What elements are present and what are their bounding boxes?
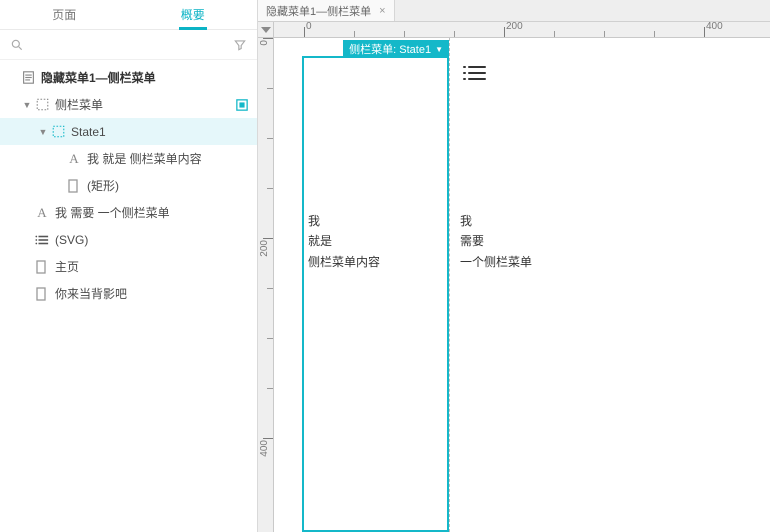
file-tabbar: 隐藏菜单1—侧栏菜单 × <box>258 0 770 22</box>
ruler-horizontal[interactable]: 0 200 400 <box>274 22 770 38</box>
outline-item[interactable]: ▶ 主页 <box>0 253 257 280</box>
tab-pages[interactable]: 页面 <box>0 0 129 29</box>
ruler-origin[interactable] <box>258 22 274 38</box>
outline-item[interactable]: ▼ 侧栏菜单 <box>0 91 257 118</box>
outline-item-label: State1 <box>71 125 249 139</box>
outline-item-label: 主页 <box>55 258 249 275</box>
outline-item[interactable]: ▶ A 我 就是 侧栏菜单内容 <box>0 145 257 172</box>
page-guide <box>449 38 450 532</box>
workspace: 隐藏菜单1—侧栏菜单 × 0 200 400 0 200 400 <box>258 0 770 532</box>
ruler-tick-label: 200 <box>506 21 523 32</box>
ruler-tick-label: 0 <box>306 21 312 32</box>
ruler-tick-label: 200 <box>259 240 270 257</box>
ruler-tick-label: 400 <box>259 440 270 457</box>
target-state-icon <box>235 98 249 112</box>
outline-item[interactable]: ▼ State1 <box>0 118 257 145</box>
file-tab-label: 隐藏菜单1—侧栏菜单 <box>266 3 371 19</box>
page-icon <box>20 70 36 86</box>
canvas-text-left[interactable]: 我 就是 侧栏菜单内容 <box>308 211 380 272</box>
outline-item-label: (SVG) <box>55 233 249 247</box>
canvas-text-right[interactable]: 我 需要 一个侧栏菜单 <box>460 211 532 272</box>
selection-frame[interactable]: 侧栏菜单: State1 ▼ <box>302 56 449 532</box>
outline-panel: 页面 概要 ▶ 隐藏菜单1—侧栏菜单 ▼ <box>0 0 258 532</box>
chevron-down-icon: ▼ <box>435 45 443 54</box>
outline-search-row <box>0 30 257 60</box>
caret-icon[interactable]: ▼ <box>20 100 34 110</box>
search-icon[interactable] <box>10 38 24 52</box>
dashed-box-icon <box>50 124 66 140</box>
outline-item[interactable]: ▶ (SVG) <box>0 226 257 253</box>
rect-icon <box>34 286 50 302</box>
text-a-icon: A <box>66 151 82 167</box>
file-tab[interactable]: 隐藏菜单1—侧栏菜单 × <box>258 0 395 21</box>
rect-icon <box>66 178 82 194</box>
outline-item-label: 我 就是 侧栏菜单内容 <box>87 150 249 167</box>
outline-item-label: 侧栏菜单 <box>55 96 235 113</box>
ruler-vertical[interactable]: 0 200 400 <box>258 38 274 532</box>
text-a-icon: A <box>34 205 50 221</box>
caret-icon[interactable]: ▼ <box>36 127 50 137</box>
dashed-box-icon <box>34 97 50 113</box>
outline-item-label: 我 需要 一个侧栏菜单 <box>55 204 249 221</box>
design-canvas[interactable]: 侧栏菜单: State1 ▼ 我 就是 侧栏菜单内容 我 需要 一个侧栏菜单 <box>274 38 770 532</box>
outline-item[interactable]: ▶ 你来当背影吧 <box>0 280 257 307</box>
selection-title-label: 侧栏菜单: State1 <box>349 41 431 57</box>
hamburger-icon[interactable] <box>468 66 486 80</box>
outline-item[interactable]: ▶ A 我 需要 一个侧栏菜单 <box>0 199 257 226</box>
outline-tree: ▶ 隐藏菜单1—侧栏菜单 ▼ 侧栏菜单 ▼ <box>0 60 257 532</box>
outline-item-label: (矩形) <box>87 177 249 194</box>
list-icon <box>34 232 50 248</box>
ruler-tick-label: 400 <box>706 21 723 32</box>
rect-icon <box>34 259 50 275</box>
selection-title[interactable]: 侧栏菜单: State1 ▼ <box>343 40 449 58</box>
filter-icon[interactable] <box>233 38 247 52</box>
outline-root-label: 隐藏菜单1—侧栏菜单 <box>41 69 249 86</box>
outline-item-label: 你来当背影吧 <box>55 285 249 302</box>
close-icon[interactable]: × <box>379 5 385 17</box>
tab-outline[interactable]: 概要 <box>129 0 258 29</box>
outline-root[interactable]: ▶ 隐藏菜单1—侧栏菜单 <box>0 64 257 91</box>
ruler-tick-label: 0 <box>259 40 270 46</box>
outline-item[interactable]: ▶ (矩形) <box>0 172 257 199</box>
sidebar-tabs: 页面 概要 <box>0 0 257 30</box>
